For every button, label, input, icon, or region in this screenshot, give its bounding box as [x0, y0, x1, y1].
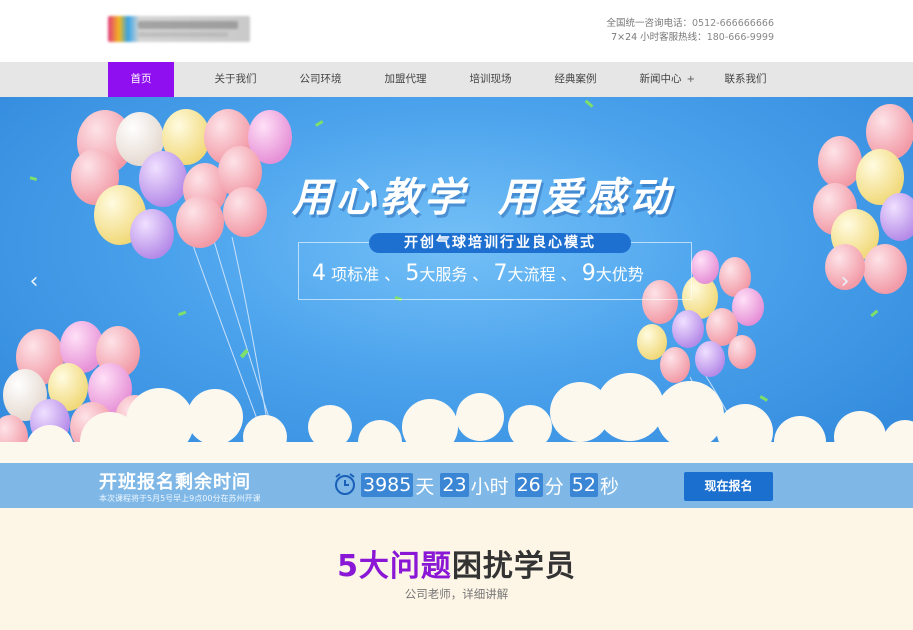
- hero-banner[interactable]: ‹ › 用心教学 用爱感动 开创气球培训行业良心模式 4 项标准 、 5大服务 、…: [0, 97, 913, 463]
- service-number: 180-666-9999: [706, 32, 774, 43]
- feature-2-text: 大服务: [419, 265, 468, 284]
- feature-separator: 、: [560, 265, 577, 284]
- banner-next-arrow[interactable]: ›: [835, 267, 855, 297]
- countdown-minutes: 26: [514, 473, 543, 497]
- hours-unit: 小时: [470, 475, 509, 498]
- feature-separator: 、: [472, 265, 489, 284]
- feature-2-number: 5: [405, 261, 420, 286]
- page: 全国统一咨询电话：0512-666666666 7×24 小时客服热线：180-…: [0, 0, 913, 630]
- hotline-number: 0512-666666666: [691, 18, 774, 29]
- site-logo[interactable]: [108, 16, 250, 42]
- countdown-days: 3985: [361, 473, 414, 497]
- nav-list: 首页 关于我们 公司环境 加盟代理 培训现场 经典案例 新闻中心 + 联系我们: [108, 62, 788, 97]
- section-title-highlight: 5大问题: [337, 549, 452, 584]
- balloon-cluster-top-left: [71, 109, 292, 259]
- headline-part1: 用心教学: [292, 174, 468, 221]
- feature-1-text: 项标准: [331, 265, 380, 284]
- countdown-subtitle: 本次课程将于5月5号早上9点00分在苏州开课: [99, 494, 261, 503]
- contact-info: 全国统一咨询电话：0512-666666666 7×24 小时客服热线：180-…: [606, 17, 774, 45]
- enrollment-countdown: 开班报名剩余时间 本次课程将于5月5号早上9点00分在苏州开课 3985 天 2…: [0, 463, 913, 508]
- enroll-now-button[interactable]: 现在报名: [684, 472, 773, 501]
- nav-item-contact[interactable]: 联系我们: [703, 62, 788, 97]
- nav-item-home[interactable]: 首页: [108, 62, 174, 97]
- alarm-clock-icon: [335, 473, 355, 495]
- nav-item-about[interactable]: 关于我们: [193, 62, 278, 97]
- feature-3-text: 大流程: [507, 265, 556, 284]
- expand-plus-icon[interactable]: +: [687, 62, 695, 97]
- days-unit: 天: [415, 475, 435, 498]
- problems-section: 5大问题困扰学员 公司老师，详细讲解: [0, 508, 913, 630]
- nav-item-news[interactable]: 新闻中心 +: [618, 62, 703, 97]
- countdown-title: 开班报名剩余时间: [99, 472, 251, 493]
- nav-item-cases[interactable]: 经典案例: [533, 62, 618, 97]
- hotline-label: 全国统一咨询电话：: [606, 18, 692, 29]
- feature-separator: 、: [384, 265, 401, 284]
- banner-subtitle: 开创气球培训行业良心模式: [369, 233, 631, 253]
- minutes-unit: 分: [544, 475, 564, 498]
- section-title-rest: 困扰学员: [451, 549, 576, 584]
- nav-item-news-label: 新闻中心: [639, 73, 682, 85]
- feature-4-number: 9: [581, 261, 596, 286]
- balloon-cluster-right: [813, 104, 913, 294]
- banner-headline: 用心教学 用爱感动: [292, 165, 712, 225]
- section-title: 5大问题困扰学员: [0, 541, 913, 585]
- nav-item-training[interactable]: 培训现场: [448, 62, 533, 97]
- headline-part2: 用爱感动: [498, 174, 674, 221]
- seconds-unit: 秒: [599, 475, 619, 498]
- countdown-timer: 3985 天 23 小时 26 分 52 秒: [361, 472, 625, 498]
- clouds: [0, 373, 913, 463]
- banner-features: 4 项标准 、 5大服务 、 7大流程 、 9大优势: [312, 261, 644, 286]
- feature-3-number: 7: [493, 261, 508, 286]
- section-subtitle: 公司老师，详细讲解: [404, 587, 509, 601]
- hotline-row: 全国统一咨询电话：0512-666666666: [606, 17, 774, 31]
- main-nav: 首页 关于我们 公司环境 加盟代理 培训现场 经典案例 新闻中心 + 联系我们: [0, 62, 913, 97]
- nav-item-franchise[interactable]: 加盟代理: [363, 62, 448, 97]
- feature-1-number: 4: [312, 261, 326, 286]
- countdown-seconds: 52: [569, 473, 598, 497]
- service-label: 7×24 小时客服热线：: [611, 32, 707, 43]
- header: 全国统一咨询电话：0512-666666666 7×24 小时客服热线：180-…: [0, 0, 913, 62]
- feature-4-text: 大优势: [595, 265, 644, 284]
- banner-prev-arrow[interactable]: ‹: [24, 267, 44, 297]
- service-row: 7×24 小时客服热线：180-666-9999: [606, 31, 774, 45]
- nav-item-environment[interactable]: 公司环境: [278, 62, 363, 97]
- countdown-hours: 23: [440, 473, 469, 497]
